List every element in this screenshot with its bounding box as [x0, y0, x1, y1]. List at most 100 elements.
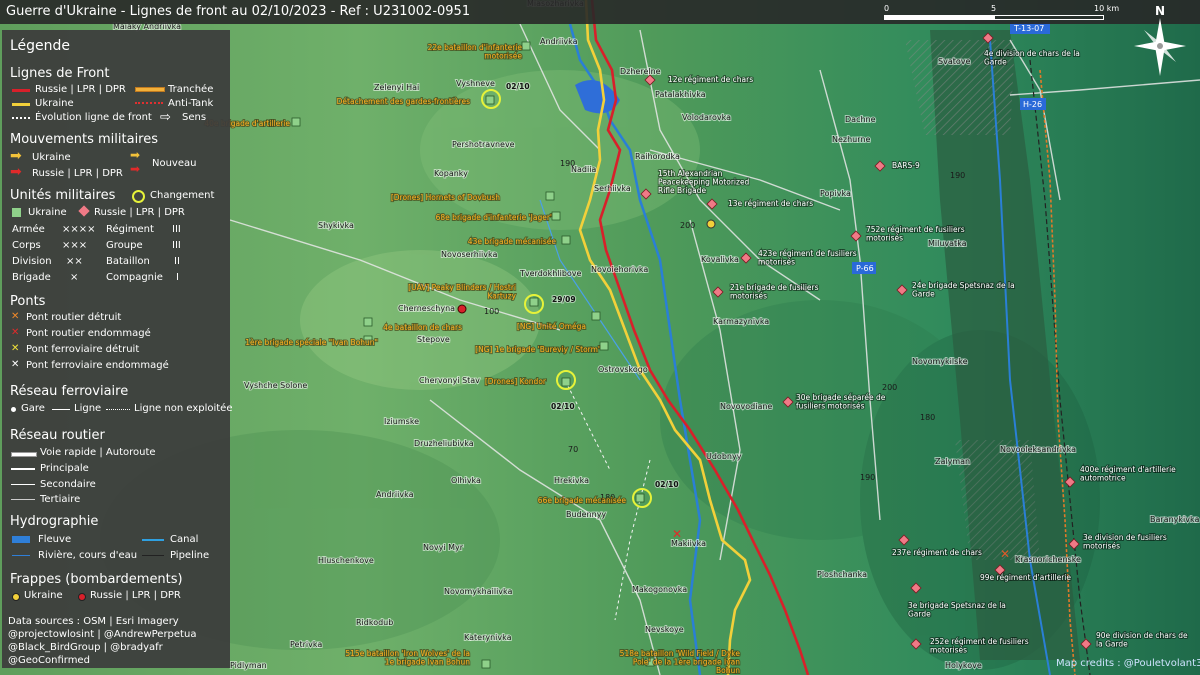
ukrainian-unit-marker[interactable]	[561, 377, 571, 387]
russian-strike-marker[interactable]	[457, 304, 467, 314]
place-label: Nevskoye	[645, 625, 684, 634]
ukrainian-unit-marker[interactable]	[485, 95, 495, 105]
place-label: Tverdokhlibove	[519, 269, 582, 278]
ukrainian-unit-label: [NG] 1e brigade 'Bureviy / Storm'	[475, 345, 600, 354]
scale-tick-5: 5	[991, 4, 997, 13]
russia-unit-diamond-icon	[78, 205, 90, 217]
change-date-label: 02/10	[506, 82, 530, 91]
legend-unit-ukraine: Ukraine	[28, 207, 67, 218]
ukrainian-unit-marker[interactable]	[545, 191, 555, 201]
legend-strikes-heading: Frappes (bombardements)	[10, 572, 183, 587]
ukrainian-unit-marker[interactable]	[529, 297, 539, 307]
source-line: @Black_BirdGroup | @bradyafr	[8, 642, 163, 653]
spot-height-label: 190	[860, 473, 875, 482]
legend-evolution: Évolution ligne de front	[35, 112, 152, 123]
legend-rail-line: Ligne	[74, 403, 102, 414]
ukrainian-unit-marker[interactable]	[551, 211, 561, 221]
legend-move-ukraine: Ukraine	[32, 152, 71, 163]
legend-fronts-heading: Lignes de Front	[10, 66, 110, 81]
place-label: Holykove	[945, 661, 982, 670]
legend-bridge-0: Pont routier détruit	[26, 312, 122, 323]
place-label: Serhiivka	[594, 184, 631, 193]
russian-unit-label: 99e régiment d'artillerie	[980, 573, 1071, 582]
legend-movements-heading: Mouvements militaires	[10, 132, 159, 147]
ukrainian-unit-marker[interactable]	[521, 41, 531, 51]
source-line: @GeoConfirmed	[8, 655, 90, 666]
rail-bridge-destroyed-icon: ✕	[11, 343, 20, 354]
road-bridge-destroyed-icon: ✕	[11, 311, 20, 322]
place-label: Krasnorichenske	[1015, 555, 1081, 564]
place-label: Patalakhivka	[655, 90, 706, 99]
legend-road-0: Voie rapide | Autoroute	[40, 447, 156, 458]
legend-strike-russia: Russie | LPR | DPR	[90, 590, 181, 601]
echelon-group-symbol: III	[172, 240, 181, 251]
place-label: Karmazynivka	[713, 317, 769, 326]
legend-hydro-stream: Rivière, cours d'eau	[38, 550, 138, 561]
ukrainian-unit-label: [Drones] Hornets of Dovbush	[391, 193, 500, 202]
spot-height-label: 190	[560, 159, 575, 168]
place-label: Chervonyi Stav	[419, 376, 480, 385]
ukrainian-unit-marker[interactable]	[363, 317, 373, 327]
place-label: Ridkodub	[356, 618, 393, 627]
antitank-swatch	[135, 102, 163, 104]
echelon-company-symbol: I	[176, 272, 179, 283]
place-label: Dzherelne	[620, 67, 661, 76]
north-label: N	[1155, 4, 1166, 18]
place-label: Stepove	[417, 335, 450, 344]
road-bridge-damaged-icon: ✕	[11, 327, 20, 338]
place-label: Hluschenkove	[318, 556, 374, 565]
echelon-army: Armée	[12, 224, 45, 235]
place-label: Budennyy	[566, 510, 606, 519]
place-label: Makiivka	[671, 539, 706, 548]
ukrainian-unit-marker[interactable]	[481, 659, 491, 669]
echelon-battalion-symbol: II	[174, 256, 180, 267]
ukrainian-unit-marker[interactable]	[591, 311, 601, 321]
ukrainian-unit-marker[interactable]	[599, 341, 609, 351]
ukrainian-unit-marker[interactable]	[291, 117, 301, 127]
ukrainian-unit-marker[interactable]	[561, 235, 571, 245]
legend-hydro-pipeline: Pipeline	[170, 550, 210, 561]
ukrainian-unit-marker[interactable]	[635, 493, 645, 503]
echelon-group: Groupe	[106, 240, 143, 251]
legend-title: Légende	[10, 38, 71, 54]
damaged-bridge-marker[interactable]: ✕	[1000, 547, 1010, 561]
echelon-corps: Corps	[12, 240, 41, 251]
place-label: Katerynivka	[464, 633, 512, 642]
legend-antitank: Anti-Tank	[168, 98, 214, 109]
legend-direction: Sens	[182, 112, 207, 123]
scale-bar: 0 5 10 km	[884, 4, 1120, 24]
legend-trench: Tranchée	[168, 84, 214, 95]
legend-rail-heading: Réseau ferroviaire	[10, 384, 129, 399]
russian-unit-label: 12e régiment de chars	[668, 75, 753, 84]
place-label: Hrekivka	[554, 476, 589, 485]
legend-unit-russia: Russie | LPR | DPR	[94, 207, 185, 218]
place-label: Novyi Myr	[423, 543, 464, 552]
echelon-division: Division	[12, 256, 52, 267]
river-swatch	[12, 536, 30, 543]
spot-height-label: 100	[484, 307, 499, 316]
place-label: Dachne	[845, 115, 876, 124]
road-shield-t1307: T-13-07	[1013, 24, 1044, 33]
unused-rail-swatch	[106, 409, 130, 410]
ukrainian-strike-marker[interactable]	[706, 219, 716, 229]
spot-height-label: 200	[680, 221, 695, 230]
echelon-corps-symbol: ×××	[62, 240, 88, 251]
legend-hydro-canal: Canal	[170, 534, 199, 545]
legend-move-new: Nouveau	[152, 158, 197, 169]
place-label: Volodarovka	[682, 113, 731, 122]
place-label: Ploshchanka	[817, 570, 867, 579]
legend-move-russia: Russie | LPR | DPR	[32, 168, 123, 179]
stream-swatch	[12, 555, 30, 556]
russia-strike-icon	[78, 593, 86, 601]
echelon-brigade-symbol: ×	[70, 272, 79, 283]
echelon-company: Compagnie	[106, 272, 163, 283]
echelon-division-symbol: ××	[66, 256, 83, 267]
place-label: Miluvatka	[928, 239, 967, 248]
north-arrow: N	[1130, 4, 1190, 80]
map-credits: Map credits : @Pouletvolant3	[1056, 658, 1200, 669]
place-label: Makogonovka	[632, 585, 687, 594]
ukrainian-unit-label: 68e brigade d'infanterie 'Jager'	[436, 213, 552, 222]
legend-front-russia: Russie | LPR | DPR	[35, 84, 126, 95]
main-road-swatch	[11, 468, 35, 470]
evolution-swatch	[12, 117, 30, 119]
